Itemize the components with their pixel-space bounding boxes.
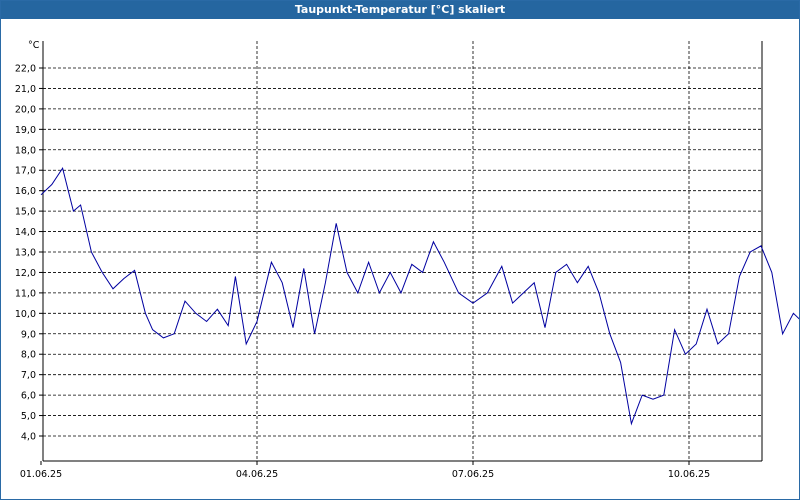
chart-window: Taupunkt-Temperatur [°C] skaliert 4,0 5,0… <box>0 0 800 500</box>
series-line <box>40 166 799 426</box>
y-axis-unit: °C <box>28 40 40 51</box>
y-tick-label: 14,0 <box>15 227 36 238</box>
x-tick-label: 10.06.25 <box>668 469 710 480</box>
x-tick-label: 07.06.25 <box>452 469 494 480</box>
y-tick-label: 6,0 <box>21 391 36 402</box>
y-tick-label: 10,0 <box>15 309 36 320</box>
y-tick-label: 21,0 <box>15 84 36 95</box>
y-tick-label: 18,0 <box>15 145 36 156</box>
y-tick-label: 11,0 <box>15 288 36 299</box>
axes <box>39 41 763 465</box>
x-tick-label: 04.06.25 <box>236 469 278 480</box>
y-tick-label: 19,0 <box>15 125 36 136</box>
y-tick-label: 4,0 <box>21 432 36 443</box>
y-axis-ticks: 4,0 5,0 6,0 7,0 8,0 9,0 10,0 11,0 12,0 13,0 14,0 15… <box>15 64 36 443</box>
x-axis-ticks: 01.06.2504.06.2507.06.2510.06.2513.06.25… <box>20 469 710 480</box>
y-tick-label: 20,0 <box>15 104 36 115</box>
grid <box>43 41 762 461</box>
window-title: Taupunkt-Temperatur [°C] skaliert <box>1 1 799 19</box>
y-tick-label: 5,0 <box>21 411 36 422</box>
y-tick-label: 17,0 <box>15 166 36 177</box>
y-tick-label: 9,0 <box>21 329 36 340</box>
y-tick-label: 13,0 <box>15 248 36 259</box>
y-tick-label: 7,0 <box>21 370 36 381</box>
y-tick-label: 8,0 <box>21 350 36 361</box>
y-tick-label: 12,0 <box>15 268 36 279</box>
x-tick-label: 01.06.25 <box>20 469 62 480</box>
y-tick-label: 16,0 <box>15 186 36 197</box>
chart-canvas: 4,0 5,0 6,0 7,0 8,0 9,0 10,0 11,0 12,0 13,0 14,0 15… <box>15 40 799 480</box>
y-tick-label: 15,0 <box>15 207 36 218</box>
y-tick-label: 22,0 <box>15 64 36 75</box>
